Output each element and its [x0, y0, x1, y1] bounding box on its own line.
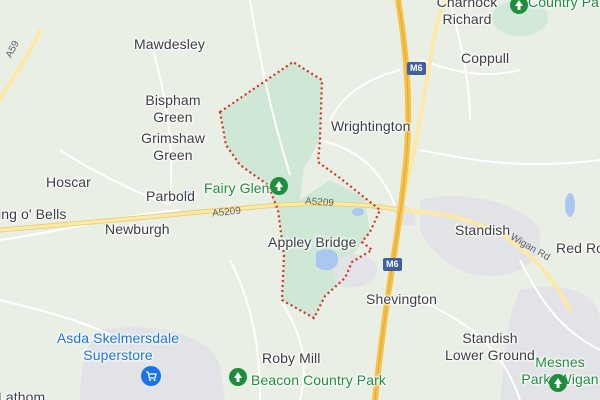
place-appley-bridge[interactable]: Appley Bridge — [268, 234, 356, 251]
place-bispham-green[interactable]: Bispham Green — [140, 92, 206, 126]
map-canvas[interactable]: A59 A5209 A5209 Wigan Rd M6 M6 Charnock … — [0, 0, 600, 400]
place-shevington[interactable]: Shevington — [366, 291, 437, 308]
place-standish[interactable]: Standish — [455, 222, 510, 239]
pond-1 — [352, 208, 364, 216]
place-hoscar[interactable]: Hoscar — [46, 174, 91, 191]
pond-3 — [565, 193, 575, 217]
place-charnock-richard[interactable]: Charnock Richard — [428, 0, 506, 28]
tree-icon[interactable] — [229, 368, 247, 386]
tree-glyph — [554, 378, 562, 388]
tree-glyph — [515, 0, 523, 10]
place-parbold[interactable]: Parbold — [146, 188, 195, 205]
place-label: Charnock Richard — [436, 0, 498, 27]
m6-shield-south: M6 — [383, 258, 402, 271]
place-coppull[interactable]: Coppull — [461, 50, 509, 67]
place-red-rock[interactable]: Red Ro — [556, 240, 600, 257]
tree-glyph — [275, 181, 283, 191]
place-wrightington[interactable]: Wrightington — [331, 118, 411, 135]
road-label-a5209-east: A5209 — [304, 196, 335, 209]
reservoir-1 — [316, 249, 339, 271]
tree-glyph — [234, 372, 242, 382]
place-country-park[interactable]: Country Pa — [528, 0, 599, 11]
shopping-cart-icon[interactable] — [141, 366, 161, 386]
m6-shield-north: M6 — [407, 62, 426, 75]
place-grimshaw-green[interactable]: Grimshaw Green — [136, 130, 210, 164]
place-beacon-country-park[interactable]: Beacon Country Park — [251, 372, 386, 389]
place-fairy-glen[interactable]: Fairy Glen — [204, 180, 270, 197]
place-roby-mill[interactable]: Roby Mill — [262, 350, 320, 367]
tree-icon[interactable] — [270, 177, 288, 195]
place-lathom[interactable]: Lathom — [0, 389, 45, 400]
place-newburgh[interactable]: Newburgh — [105, 221, 170, 238]
place-mawdesley[interactable]: Mawdesley — [134, 36, 205, 53]
tree-icon[interactable] — [549, 374, 567, 392]
place-ring-o-bells[interactable]: ing o' Bells — [0, 206, 66, 223]
place-asda[interactable]: Asda Skelmersdale Superstore — [50, 330, 186, 364]
cart-glyph — [146, 371, 157, 381]
